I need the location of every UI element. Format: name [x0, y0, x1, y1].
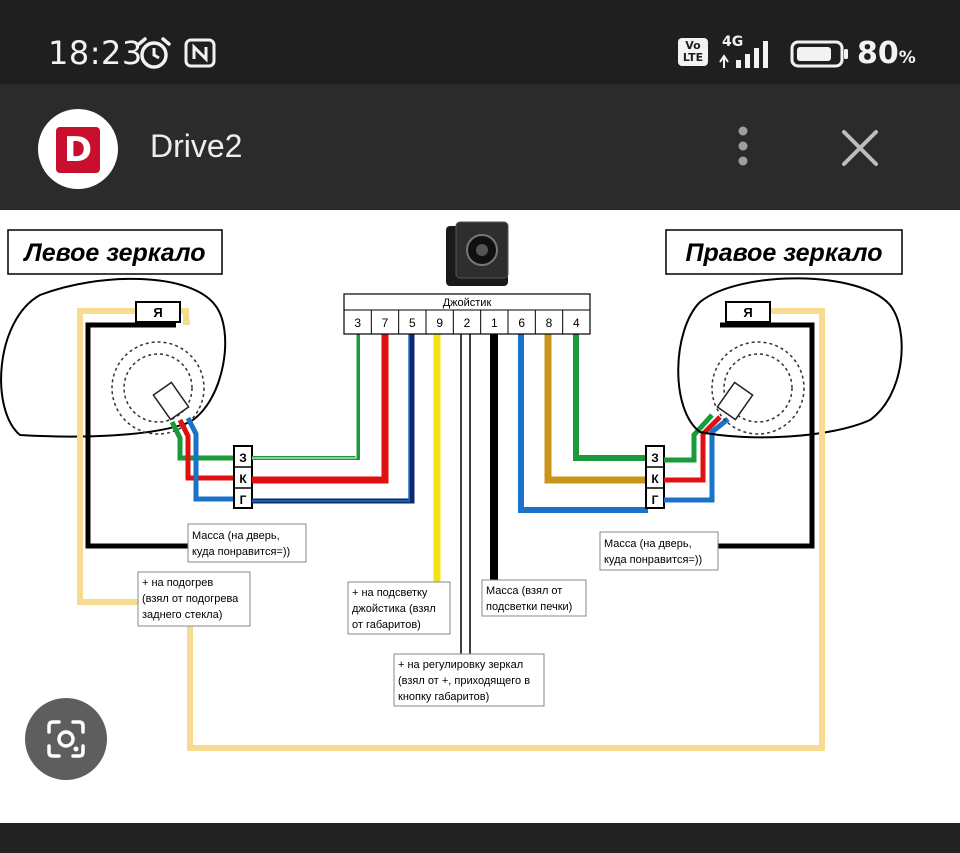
right-connector-pin-1: З: [651, 451, 659, 465]
joystick-pin-7: 6: [518, 316, 525, 330]
battery-icon: [790, 40, 850, 68]
right-connector-pin-3: Г: [652, 493, 659, 507]
page-title: Drive2: [150, 128, 243, 164]
wire-joy-pin3: [252, 332, 360, 460]
lens-search-button[interactable]: [25, 698, 107, 780]
bottom-bar: [0, 823, 960, 853]
volte-bottom-label: LTE: [682, 51, 704, 64]
note-left-ground-line-2: куда понравится=)): [192, 546, 290, 558]
site-logo-letter: D: [56, 127, 100, 173]
volte-top-label: Vo: [685, 39, 701, 52]
left-connector-top-label: Я: [153, 305, 162, 320]
site-logo[interactable]: D: [38, 109, 118, 189]
volte-icon: Vo LTE: [678, 38, 708, 66]
wire-left-red: [177, 418, 235, 481]
lens-icon: [47, 720, 85, 758]
right-mirror-motor-outer: [711, 341, 805, 435]
signal-icon: 4G: [716, 34, 778, 70]
note-heating-line-1: + на подогрев: [142, 577, 213, 589]
note-center-ground-line-1: Масса (взял от: [486, 585, 562, 597]
note-right-ground-line-1: Масса (на дверь,: [604, 538, 692, 550]
joystick-pin-9: 4: [573, 316, 580, 330]
battery-percent-unit: %: [898, 48, 916, 68]
note-adjust-line-1: + на регулировку зеркал: [398, 659, 523, 671]
note-heating-line-3: заднего стекла): [142, 609, 222, 621]
right-mirror-title: Правое зеркало: [685, 239, 882, 267]
close-button[interactable]: [838, 126, 882, 170]
app-bar: D Drive2: [0, 84, 960, 210]
right-mirror-outline: [677, 277, 903, 439]
note-right-ground-line-2: куда понравится=)): [604, 554, 702, 566]
joystick-pin-2: 7: [382, 316, 389, 330]
note-heating-line-2: (взял от подогрева: [142, 593, 239, 605]
joystick-pin-4: 9: [436, 316, 443, 330]
note-adjust-line-2: (взял от +, приходящего в: [398, 675, 530, 687]
left-mirror-title: Левое зеркало: [23, 239, 206, 267]
status-time: 18:23: [48, 34, 143, 72]
status-bar: 18:23 Vo LTE 4G 80%: [0, 0, 960, 84]
left-mirror-outline: [0, 277, 227, 438]
left-mirror-plug: [152, 381, 190, 421]
left-connector-pin-1: З: [239, 451, 247, 465]
right-connector-top-label: Я: [743, 305, 752, 320]
note-center-ground-line-2: подсветки печки): [486, 601, 572, 613]
joystick-label: Джойстик: [443, 297, 492, 309]
wire-joy-pin2: [460, 331, 471, 659]
left-connector-pin-3: Г: [240, 493, 247, 507]
joystick-pin-6: 1: [491, 316, 498, 330]
note-left-ground-line-1: Масса (на дверь,: [192, 530, 280, 542]
joystick-pin-3: 5: [409, 316, 416, 330]
joystick-device: [446, 221, 509, 286]
note-backlight-line-2: джойстика (взял: [352, 603, 436, 615]
joystick-pin-1: 3: [354, 316, 361, 330]
battery-percent-value: 80: [857, 36, 899, 71]
more-vert-icon: [738, 126, 748, 166]
joystick-pin-8: 8: [546, 316, 553, 330]
wire-joy-pin4: [573, 332, 648, 461]
battery-percent: 80%: [857, 36, 916, 71]
note-backlight-line-3: от габаритов): [352, 619, 421, 631]
alarm-icon: [137, 37, 171, 69]
joystick-pin-5: 2: [464, 316, 471, 330]
diagram-image: Я З К Г З К Г Я Левое зеркало Правое зер…: [0, 210, 960, 823]
right-connector-pin-2: К: [651, 472, 659, 486]
more-options-button[interactable]: [728, 124, 758, 170]
note-adjust-line-3: кнопку габаритов): [398, 691, 489, 703]
close-icon: [842, 130, 878, 166]
wire-joy-pin3-inner: [252, 332, 357, 459]
right-mirror-plug: [716, 381, 754, 421]
nfc-icon: [184, 38, 216, 68]
left-connector-pin-2: К: [239, 472, 247, 486]
note-backlight-line-1: + на подсветку: [352, 587, 428, 599]
